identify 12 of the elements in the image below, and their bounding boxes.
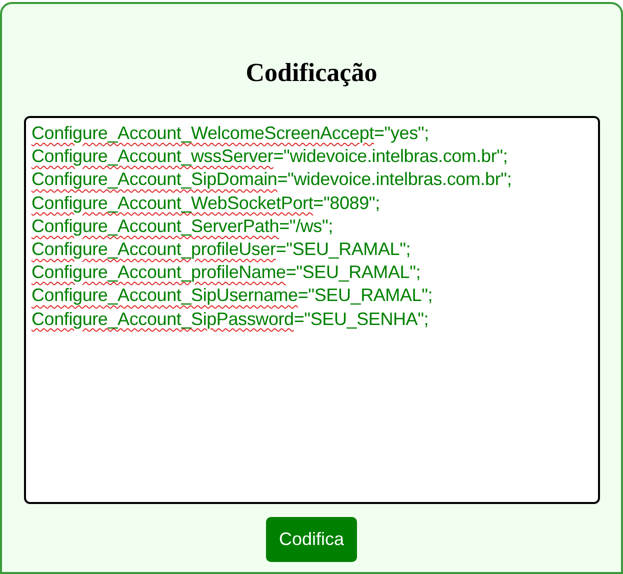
code-line: Configure_Account_wssServer="widevoice.intelbras.com.br";	[32, 145, 509, 168]
encode-button[interactable]: Codifica	[266, 517, 358, 562]
code-line: Configure_Account_SipPassword="SEU_SENHA";	[32, 308, 430, 331]
page-title: Codificação	[246, 58, 378, 88]
code-line: Configure_Account_profileUser="SEU_RAMAL";	[32, 238, 412, 262]
code-line: Configure_Account_WebSocketPort="8089";	[32, 192, 381, 215]
code-line: Configure_Account_SipUsername="SEU_RAMAL";	[32, 284, 434, 308]
code-line: Configure_Account_profileName="SEU_RAMAL";	[32, 261, 422, 284]
code-line: Configure_Account_SipDomain="widevoice.intelbras.com.br";	[32, 168, 513, 192]
code-line: Configure_Account_ServerPath="/ws";	[32, 214, 334, 238]
code-line: Configure_Account_WelcomeScreenAccept="yes";	[32, 122, 430, 145]
code-field[interactable]	[24, 116, 600, 504]
